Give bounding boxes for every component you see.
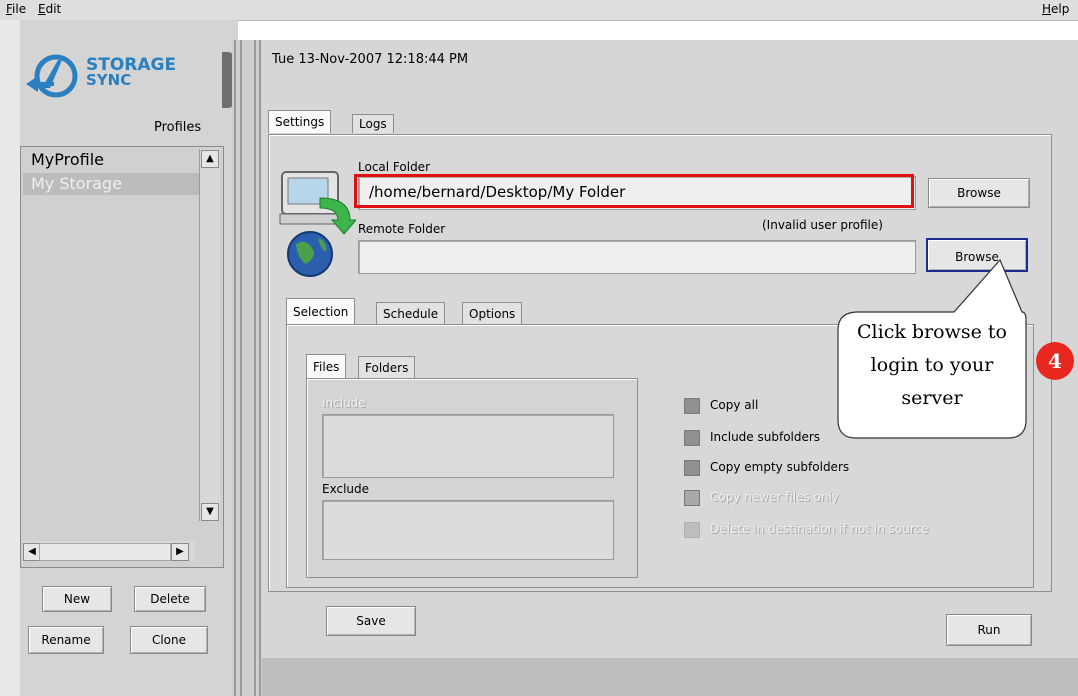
local-browse-label: Browse — [957, 186, 1001, 200]
callout-line1: Click browse to — [857, 321, 1007, 343]
scroll-right-icon[interactable]: ▶ — [171, 543, 189, 561]
local-folder-value: /home/bernard/Desktop/My Folder — [369, 183, 626, 201]
menu-help-rest: elp — [1051, 2, 1070, 16]
tab-folders[interactable]: Folders — [358, 356, 416, 379]
new-button[interactable]: New — [42, 586, 112, 612]
remote-folder-field[interactable] — [358, 240, 916, 274]
splitter-line — [234, 40, 236, 696]
tab-logs[interactable]: Logs — [352, 114, 394, 133]
tab-schedule[interactable]: Schedule — [376, 302, 446, 325]
delete-in-destination-checkbox[interactable] — [684, 522, 700, 538]
exclude-label: Exclude — [322, 482, 370, 496]
menu-edit-rest: dit — [45, 2, 62, 16]
callout-bubble: Click browse to login to your server — [836, 254, 1028, 444]
include-field[interactable] — [322, 414, 614, 478]
delete-in-destination-label: Delete in destination if not in source — [710, 522, 929, 536]
scroll-down-icon[interactable]: ▼ — [201, 503, 219, 521]
new-button-label: New — [63, 592, 91, 606]
timestamp: Tue 13-Nov-2007 12:18:44 PM — [272, 52, 469, 67]
clone-button[interactable]: Clone — [130, 626, 208, 654]
storage-sync-logo-icon — [24, 50, 84, 102]
include-label: Include — [322, 396, 366, 410]
tab-files[interactable]: Files — [306, 354, 347, 379]
local-browse-button[interactable]: Browse — [928, 178, 1030, 208]
profiles-header: Profiles — [154, 120, 202, 135]
rename-button-label: Rename — [41, 633, 91, 647]
menu-file[interactable]: File — [6, 2, 26, 16]
clone-button-label: Clone — [151, 633, 187, 647]
menu-help[interactable]: Help — [1042, 2, 1069, 16]
copy-empty-subfolders-checkbox[interactable] — [684, 460, 700, 476]
tab-settings[interactable]: Settings — [268, 110, 332, 133]
profiles-list: MyProfile My Storage ▲ ▼ ◀ ▶ — [20, 146, 224, 568]
list-item[interactable]: My Storage — [23, 173, 199, 195]
run-button[interactable]: Run — [946, 614, 1032, 646]
save-button[interactable]: Save — [326, 606, 416, 636]
step-number-badge: 4 — [1036, 342, 1074, 380]
splitter-line — [254, 40, 256, 696]
tab-options[interactable]: Options — [462, 302, 523, 325]
splitter-line — [240, 40, 242, 696]
menu-file-rest: ile — [12, 2, 27, 16]
copy-newer-label: Copy newer files only — [710, 490, 839, 504]
scroll-thumb[interactable] — [39, 543, 171, 561]
exclude-field[interactable] — [322, 500, 614, 560]
left-edge — [0, 20, 20, 696]
list-item[interactable]: MyProfile — [23, 149, 205, 171]
menu-edit-key: E — [38, 2, 46, 16]
delete-button[interactable]: Delete — [134, 586, 206, 612]
callout-line3: server — [901, 387, 963, 409]
menu-edit[interactable]: Edit — [38, 2, 61, 16]
copy-all-label: Copy all — [710, 398, 759, 412]
include-subfolders-label: Include subfolders — [710, 430, 821, 444]
delete-button-label: Delete — [150, 592, 190, 606]
local-folder-field[interactable]: /home/bernard/Desktop/My Folder — [358, 176, 916, 210]
copy-empty-subfolders-label: Copy empty subfolders — [710, 460, 850, 474]
rename-button[interactable]: Rename — [28, 626, 104, 654]
tab-selection[interactable]: Selection — [286, 298, 356, 325]
brand-name: STORAGE SYNC — [86, 57, 176, 89]
local-folder-label: Local Folder — [358, 160, 430, 174]
copy-all-checkbox[interactable] — [684, 398, 700, 414]
horizontal-scrollbar[interactable]: ◀ ▶ — [23, 541, 195, 561]
computer-globe-icon — [276, 168, 358, 278]
run-button-label: Run — [977, 623, 1001, 637]
include-subfolders-checkbox[interactable] — [684, 430, 700, 446]
menu-help-key: H — [1042, 2, 1052, 16]
callout-text: Click browse to login to your server — [836, 316, 1028, 415]
menu-bar: File Edit Help — [0, 0, 1078, 21]
splitter-line — [259, 40, 261, 696]
remote-folder-label: Remote Folder — [358, 222, 446, 236]
copy-newer-checkbox[interactable] — [684, 490, 700, 506]
brand-line2: SYNC — [86, 71, 132, 89]
save-button-label: Save — [356, 614, 386, 628]
remote-folder-status: (Invalid user profile) — [762, 218, 883, 232]
panel-splitter[interactable] — [232, 40, 262, 696]
callout-line2: login to your — [870, 354, 994, 376]
vertical-scrollbar[interactable]: ▲ ▼ — [199, 149, 220, 521]
status-bar — [262, 658, 1078, 696]
scroll-up-icon[interactable]: ▲ — [201, 150, 219, 168]
